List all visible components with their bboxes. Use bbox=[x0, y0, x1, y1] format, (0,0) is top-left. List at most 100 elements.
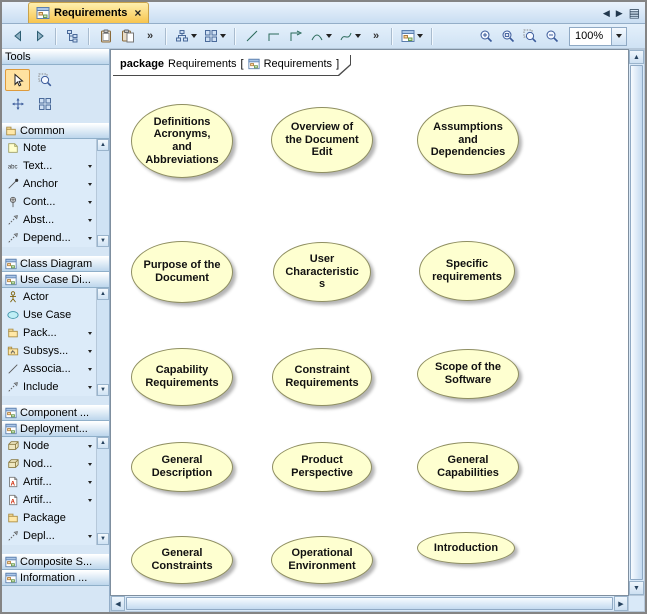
combo-dropdown-button[interactable] bbox=[611, 28, 626, 45]
chevron-down-icon[interactable] bbox=[220, 34, 226, 38]
palette-item-package-deployment[interactable]: Package bbox=[2, 509, 96, 527]
chevron-down-icon[interactable] bbox=[88, 183, 92, 186]
use-case-node[interactable]: General Constraints bbox=[131, 536, 233, 584]
palette-item-actor[interactable]: Actor bbox=[2, 288, 96, 306]
palette-item-text[interactable]: Text... bbox=[2, 157, 96, 175]
grid-tool-button[interactable] bbox=[32, 93, 57, 115]
chevron-down-icon[interactable] bbox=[88, 219, 92, 222]
section-header-deployment-diagram[interactable]: Deployment... bbox=[2, 421, 109, 437]
chevron-down-icon[interactable] bbox=[88, 165, 92, 168]
next-diagram-icon[interactable]: ▶ bbox=[616, 8, 623, 19]
section-header-common[interactable]: Common bbox=[2, 123, 109, 139]
layout-tree-button[interactable] bbox=[172, 26, 200, 46]
chevron-down-icon[interactable] bbox=[88, 237, 92, 240]
containment-tree-button[interactable] bbox=[62, 26, 83, 46]
forward-button[interactable] bbox=[29, 26, 50, 46]
use-case-node[interactable]: Purpose of the Document bbox=[131, 241, 233, 303]
back-button[interactable] bbox=[7, 26, 28, 46]
chevron-down-icon[interactable] bbox=[88, 535, 92, 538]
scroll-track[interactable] bbox=[97, 300, 109, 384]
chevron-down-icon[interactable] bbox=[355, 34, 361, 38]
use-case-node[interactable]: Product Perspective bbox=[272, 442, 372, 492]
scroll-down-icon[interactable]: ▼ bbox=[629, 581, 644, 595]
diagram-options-button[interactable] bbox=[398, 26, 426, 46]
scroll-up-icon[interactable]: ▲ bbox=[97, 139, 109, 151]
chevron-down-icon[interactable] bbox=[88, 499, 92, 502]
vertical-scrollbar[interactable]: ▲ ▼ bbox=[629, 49, 645, 596]
toolbar-overflow-button[interactable]: » bbox=[139, 26, 160, 46]
use-case-node[interactable]: Operational Environment bbox=[271, 536, 373, 584]
layout-grid-button[interactable] bbox=[201, 26, 229, 46]
palette-item-package[interactable]: Pack... bbox=[2, 324, 96, 342]
chevron-down-icon[interactable] bbox=[88, 332, 92, 335]
section-header-class-diagram[interactable]: Class Diagram bbox=[2, 256, 109, 272]
chevron-down-icon[interactable] bbox=[88, 350, 92, 353]
draw-spline-button[interactable] bbox=[336, 26, 364, 46]
scroll-down-icon[interactable]: ▼ bbox=[97, 384, 109, 396]
palette-item-include[interactable]: Include bbox=[2, 378, 96, 396]
palette-item-anchor[interactable]: Anchor bbox=[2, 175, 96, 193]
palette-item-node-instance[interactable]: Nod... bbox=[2, 455, 96, 473]
use-case-node[interactable]: Specific requirements bbox=[419, 241, 515, 301]
scrollbar-thumb[interactable] bbox=[630, 65, 643, 580]
chevron-down-icon[interactable] bbox=[88, 368, 92, 371]
copy-button[interactable] bbox=[117, 26, 138, 46]
zoom-level-select[interactable]: 100% bbox=[569, 27, 627, 46]
paste-button[interactable] bbox=[95, 26, 116, 46]
chevron-down-icon[interactable] bbox=[326, 34, 332, 38]
use-case-node[interactable]: Capability Requirements bbox=[131, 348, 233, 406]
horizontal-scrollbar[interactable]: ◀ ▶ bbox=[110, 596, 629, 612]
scroll-up-icon[interactable]: ▲ bbox=[629, 50, 644, 64]
chevron-down-icon[interactable] bbox=[88, 386, 92, 389]
tab-requirements[interactable]: Requirements × bbox=[28, 2, 149, 23]
scroll-right-icon[interactable]: ▶ bbox=[614, 596, 628, 611]
use-case-node[interactable]: Overview of the Document Edit bbox=[271, 107, 373, 173]
palette-item-artifact[interactable]: Artif... bbox=[2, 473, 96, 491]
palette-item-subsystem[interactable]: Subsys... bbox=[2, 342, 96, 360]
section-header-use-case-diagram[interactable]: Use Case Di... bbox=[2, 272, 109, 288]
chevron-down-icon[interactable] bbox=[88, 201, 92, 204]
chevron-down-icon[interactable] bbox=[88, 481, 92, 484]
section-header-composite-structure[interactable]: Composite S... bbox=[2, 554, 109, 570]
chevron-down-icon[interactable] bbox=[88, 463, 92, 466]
use-case-node[interactable]: Assumptions and Dependencies bbox=[417, 105, 519, 175]
palette-item-use-case[interactable]: Use Case bbox=[2, 306, 96, 324]
select-tool-button[interactable] bbox=[5, 69, 30, 91]
scroll-up-icon[interactable]: ▲ bbox=[97, 288, 109, 300]
palette-item-containment[interactable]: Cont... bbox=[2, 193, 96, 211]
scrollbar-thumb[interactable] bbox=[126, 597, 613, 610]
palette-item-node[interactable]: Node bbox=[2, 437, 96, 455]
use-case-node[interactable]: General Description bbox=[131, 442, 233, 492]
use-case-node[interactable]: Scope of the Software bbox=[417, 349, 519, 399]
section-header-information-flow[interactable]: Information ... bbox=[2, 570, 109, 586]
palette-item-deployment[interactable]: Depl... bbox=[2, 527, 96, 545]
zoom-selection-button[interactable] bbox=[519, 26, 540, 46]
scroll-track[interactable] bbox=[97, 151, 109, 235]
section-header-tools[interactable]: Tools bbox=[2, 49, 109, 65]
draw-line-button[interactable] bbox=[241, 26, 262, 46]
scroll-track[interactable] bbox=[97, 449, 109, 533]
diagram-canvas[interactable]: package Requirements [ Requirements ] De… bbox=[110, 49, 629, 596]
palette-item-dependency[interactable]: Depend... bbox=[2, 229, 96, 247]
zoom-out-button[interactable] bbox=[541, 26, 562, 46]
pan-tool-button[interactable] bbox=[5, 93, 30, 115]
draw-arrow-line-button[interactable] bbox=[285, 26, 306, 46]
zoom-in-button[interactable] bbox=[475, 26, 496, 46]
palette-item-note[interactable]: Note bbox=[2, 139, 96, 157]
toolbar-overflow-button-2[interactable]: » bbox=[365, 26, 386, 46]
draw-polyline-button[interactable] bbox=[263, 26, 284, 46]
use-case-node[interactable]: User Characteristics bbox=[273, 242, 371, 302]
use-case-node[interactable]: Introduction bbox=[417, 532, 515, 564]
zoom-fit-button[interactable] bbox=[497, 26, 518, 46]
use-case-node[interactable]: Definitions Acronyms, and Abbreviations bbox=[131, 104, 233, 178]
scroll-down-icon[interactable]: ▼ bbox=[97, 235, 109, 247]
palette-item-artifact-instance[interactable]: Artif... bbox=[2, 491, 96, 509]
previous-diagram-icon[interactable]: ◀ bbox=[603, 8, 610, 19]
use-case-node[interactable]: Constraint Requirements bbox=[272, 348, 372, 406]
scroll-left-icon[interactable]: ◀ bbox=[111, 596, 125, 611]
close-tab-icon[interactable]: × bbox=[134, 7, 141, 19]
scroll-down-icon[interactable]: ▼ bbox=[97, 533, 109, 545]
use-case-node[interactable]: General Capabilities bbox=[417, 442, 519, 492]
zoom-tool-button[interactable] bbox=[32, 69, 57, 91]
scroll-up-icon[interactable]: ▲ bbox=[97, 437, 109, 449]
